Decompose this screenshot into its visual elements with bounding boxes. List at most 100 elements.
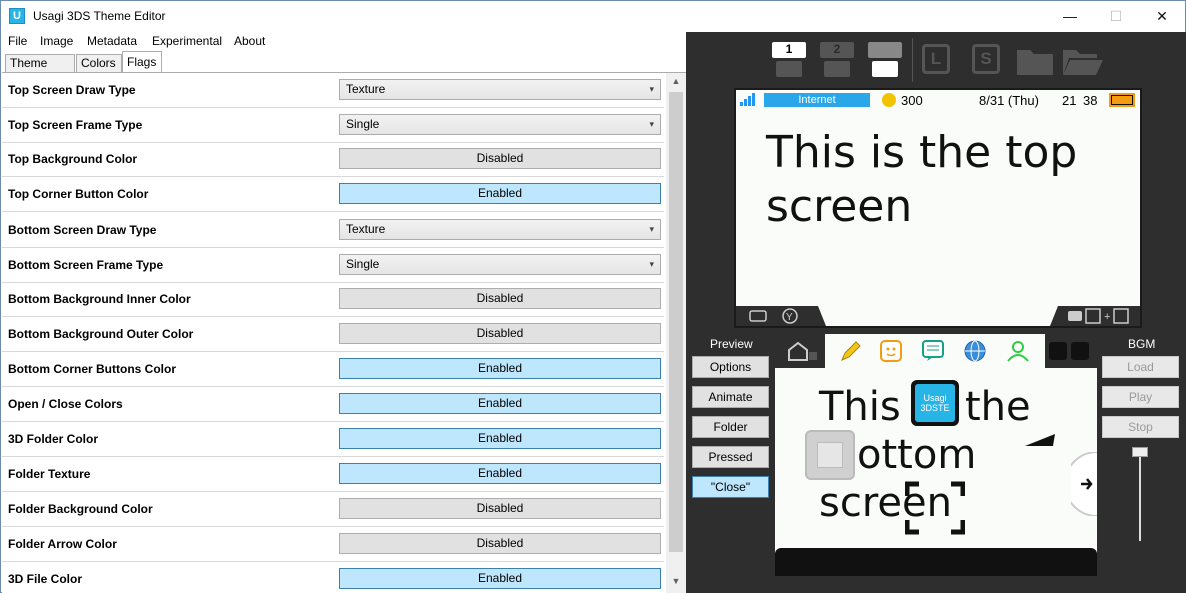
globe-icon[interactable] [963, 339, 987, 363]
flag-toggle-button[interactable]: Disabled [339, 323, 661, 344]
minimize-button[interactable]: — [1047, 1, 1093, 32]
flag-label: Open / Close Colors [8, 397, 123, 411]
screen-3-button[interactable] [868, 42, 902, 58]
flag-toggle-button[interactable]: Enabled [339, 183, 661, 204]
volume-slider-track[interactable] [1139, 453, 1141, 541]
folder-icon[interactable] [1016, 46, 1054, 76]
tab-theme-info[interactable]: Theme Info [5, 54, 75, 87]
scroll-down-icon[interactable]: ▼ [666, 573, 686, 590]
app-shortcut-bar [825, 334, 1045, 368]
flag-toggle-button[interactable]: Enabled [339, 393, 661, 414]
screen-1-thumb[interactable] [776, 61, 802, 77]
flags-panel: Top Screen Draw Type Texture ▾ Top Screen F… [2, 72, 686, 593]
selected-app-icon[interactable]: Usagi 3DSTE [911, 380, 959, 426]
friends-icon[interactable] [1005, 339, 1031, 363]
menu-experimental[interactable]: Experimental [152, 34, 222, 48]
maximize-button[interactable]: ☐ [1093, 1, 1139, 32]
grid-icon[interactable] [1071, 342, 1089, 360]
window-title: Usagi 3DS Theme Editor [33, 9, 166, 23]
signal-icon [740, 93, 755, 106]
menu-image[interactable]: Image [40, 34, 73, 48]
load-theme-icon[interactable]: L [922, 44, 950, 74]
tab-flags[interactable]: Flags [122, 51, 162, 73]
tab-colors[interactable]: Colors [76, 54, 122, 73]
bottom-screen-text-line2: ottom [857, 432, 977, 478]
flag-toggle-button[interactable]: Disabled [339, 148, 661, 169]
save-theme-icon[interactable]: S [972, 44, 1000, 74]
flag-row: Bottom Background Outer Color Disabled [2, 317, 664, 352]
open-close-corner-icon[interactable] [905, 480, 965, 536]
flag-toggle-button[interactable]: Enabled [339, 428, 661, 449]
flag-label: Bottom Corner Buttons Color [8, 362, 176, 376]
chat-icon[interactable] [921, 339, 945, 363]
flag-label: Folder Texture [8, 467, 91, 481]
preview-button[interactable]: Pressed [692, 446, 769, 468]
volume-slider-thumb[interactable] [1132, 447, 1148, 457]
preview-button[interactable]: Options [692, 356, 769, 378]
chevron-down-icon: ▾ [649, 224, 654, 234]
scroll-right-arrow-icon[interactable] [1071, 452, 1097, 516]
flag-toggle-button[interactable]: Disabled [339, 288, 661, 309]
flag-row: 3D Folder Color Enabled [2, 422, 664, 457]
top-screen-preview: Internet 300 8/31 (Thu) 21 38 This is th… [734, 88, 1142, 328]
screen-2-thumb[interactable] [824, 61, 850, 77]
preview-button[interactable]: Animate [692, 386, 769, 408]
screen-1-button[interactable]: 1 [772, 42, 806, 58]
time-hours: 21 [1062, 93, 1077, 108]
empty-slot-icon[interactable] [805, 430, 855, 480]
home-settings-icon[interactable] [785, 340, 819, 364]
top-screen-bottom-strip: Y + [736, 306, 1140, 326]
chevron-down-icon: ▾ [649, 119, 654, 129]
flag-row: Top Background Color Disabled [2, 142, 664, 177]
flag-label: Bottom Background Outer Color [8, 327, 194, 341]
flag-label: Folder Arrow Color [8, 537, 117, 551]
app-icon-label-1: Usagi [923, 393, 947, 403]
vertical-scrollbar[interactable]: ▲ ▼ [666, 73, 686, 593]
bottom-screen-preview: This the ottom screen Usagi 3DSTE [775, 368, 1097, 576]
bgm-stop-button[interactable]: Stop [1102, 416, 1179, 438]
flag-toggle-button[interactable]: Enabled [339, 358, 661, 379]
scroll-up-icon[interactable]: ▲ [666, 73, 686, 90]
menu-bar: File Image Metadata Experimental About [1, 32, 686, 51]
bgm-play-button[interactable]: Play [1102, 386, 1179, 408]
flag-dropdown[interactable]: Single ▾ [339, 114, 661, 135]
toolbar-divider [912, 38, 913, 82]
flag-row: Open / Close Colors Enabled [2, 387, 664, 422]
scroll-thumb[interactable] [669, 92, 683, 552]
flag-toggle-button[interactable]: Enabled [339, 568, 661, 589]
preview-button[interactable]: Folder [692, 416, 769, 438]
flag-dropdown-value: Single [346, 117, 380, 131]
flag-toggle-button[interactable]: Enabled [339, 463, 661, 484]
screen-3-thumb[interactable] [872, 61, 898, 77]
bgm-load-button[interactable]: Load [1102, 356, 1179, 378]
flag-label: Top Corner Button Color [8, 187, 149, 201]
mii-face-icon[interactable] [879, 339, 903, 363]
flag-dropdown-value: Texture [346, 222, 386, 236]
flag-label: Folder Background Color [8, 502, 153, 516]
flag-toggle-button[interactable]: Disabled [339, 533, 661, 554]
svg-text:Y: Y [786, 312, 793, 323]
flag-dropdown[interactable]: Texture ▾ [339, 79, 661, 100]
flag-row: Bottom Screen Frame Type Single ▾ [2, 248, 664, 283]
flag-row: Top Screen Frame Type Single ▾ [2, 108, 664, 143]
screen-2-button[interactable]: 2 [820, 42, 854, 58]
grid-icon[interactable] [1049, 342, 1067, 360]
menu-file[interactable]: File [8, 34, 27, 48]
flag-toggle-button[interactable]: Disabled [339, 498, 661, 519]
bottom-screen-dock [775, 548, 1097, 576]
pencil-icon[interactable] [839, 339, 863, 363]
menu-about[interactable]: About [234, 34, 265, 48]
menu-metadata[interactable]: Metadata [87, 34, 137, 48]
close-button[interactable]: ✕ [1139, 1, 1185, 32]
folder-open-icon[interactable] [1062, 46, 1104, 76]
flag-label: Bottom Screen Draw Type [8, 223, 157, 237]
flag-label: 3D Folder Color [8, 432, 99, 446]
flag-row: Bottom Background Inner Color Disabled [2, 282, 664, 317]
flag-dropdown[interactable]: Texture ▾ [339, 219, 661, 240]
camera-shortcut-icon: Y [736, 306, 826, 326]
preview-button[interactable]: "Close" [692, 476, 769, 498]
flag-row: 3D File Color Enabled [2, 562, 664, 593]
flag-label: Bottom Screen Frame Type [8, 258, 164, 272]
bgm-label: BGM [1128, 337, 1156, 351]
flag-dropdown[interactable]: Single ▾ [339, 254, 661, 275]
